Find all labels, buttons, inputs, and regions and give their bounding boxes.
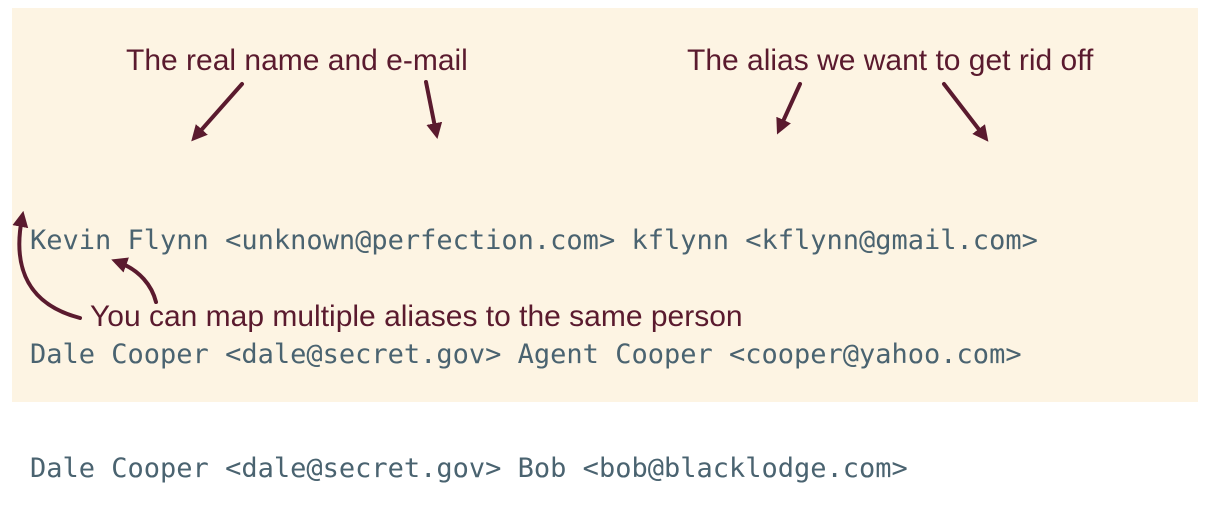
mailmap-line-1: Kevin Flynn <unknown@perfection.com> kfl… xyxy=(30,225,1038,256)
real-name-email-label: The real name and e-mail xyxy=(126,44,468,77)
mailmap-code-block: Kevin Flynn <unknown@perfection.com> kfl… xyxy=(30,146,1038,526)
mailmap-line-2: Dale Cooper <dale@secret.gov> Agent Coop… xyxy=(30,339,1022,370)
alias-remove-label: The alias we want to get rid off xyxy=(687,44,1094,77)
map-multiple-aliases-label: You can map multiple aliases to the same… xyxy=(90,300,743,333)
mailmap-line-3: Dale Cooper <dale@secret.gov> Bob <bob@b… xyxy=(30,453,908,484)
